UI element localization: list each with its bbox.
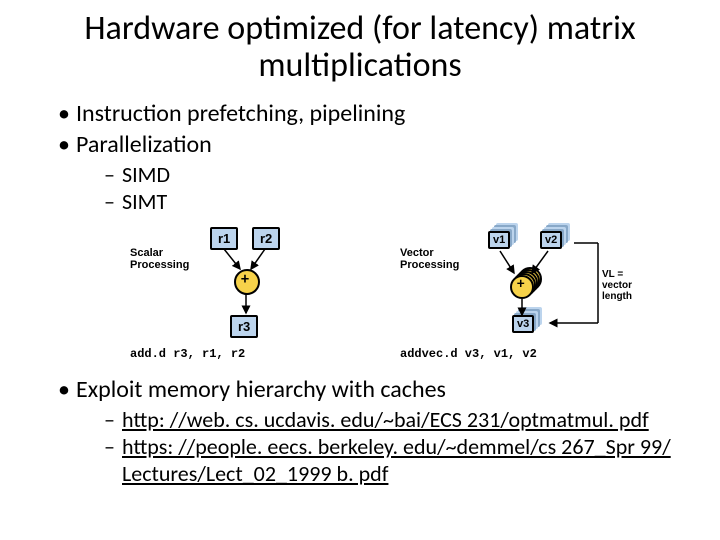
scalar-instruction: add.d r3, r1, r2 <box>130 347 245 361</box>
slide: Hardware optimized (for latency) matrix … <box>0 0 720 540</box>
scalar-figure: Scalar Processing r1 r2 r3 add.d r3, r1,… <box>130 223 350 363</box>
bullet-memory-hierarchy: Exploit memory hierarchy with caches htt… <box>58 375 690 487</box>
vector-figure: Vector Processing v1 v2 v3 VL = vector l… <box>400 223 680 363</box>
sub-bullet-text: SIMD <box>122 161 170 188</box>
bullet-text: Parallelization <box>76 130 212 159</box>
vector-register-v3: v3 <box>512 315 534 333</box>
link-text[interactable]: https: //people. eecs. berkeley. edu/~de… <box>122 433 671 487</box>
register-r3: r3 <box>230 315 258 338</box>
register-r2: r2 <box>252 227 280 250</box>
scalar-label: Scalar Processing <box>130 247 190 271</box>
plus-icon <box>234 269 260 295</box>
vl-note: VL = vector length <box>602 269 650 302</box>
sub-bullet-link-ucdavis: http: //web. cs. ucdavis. edu/~bai/ECS 2… <box>104 406 690 433</box>
bullet-list: Instruction prefetching, pipelining Para… <box>30 99 690 215</box>
plus-stack-icon <box>510 267 544 297</box>
bullet-list-2: Exploit memory hierarchy with caches htt… <box>30 375 690 487</box>
vector-register-v2: v2 <box>540 231 562 249</box>
sub-bullet-text: SIMT <box>122 188 167 215</box>
sub-bullet-list: SIMD SIMT <box>76 161 690 215</box>
sub-bullet-links: http: //web. cs. ucdavis. edu/~bai/ECS 2… <box>76 406 690 487</box>
slide-title: Hardware optimized (for latency) matrix … <box>30 10 690 85</box>
vector-instruction: addvec.d v3, v1, v2 <box>400 347 537 361</box>
bullet-prefetching: Instruction prefetching, pipelining <box>58 99 690 128</box>
bullet-text: Instruction prefetching, pipelining <box>76 99 405 128</box>
sub-bullet-simd: SIMD <box>104 161 690 188</box>
bullet-text: Exploit memory hierarchy with caches <box>76 375 446 404</box>
bullet-parallelization: Parallelization SIMD SIMT <box>58 130 690 215</box>
sub-bullet-simt: SIMT <box>104 188 690 215</box>
vector-label: Vector Processing <box>400 247 460 271</box>
register-r1: r1 <box>210 227 238 250</box>
link-text[interactable]: http: //web. cs. ucdavis. edu/~bai/ECS 2… <box>122 406 649 433</box>
vector-register-v1: v1 <box>488 231 510 249</box>
figure-row: Scalar Processing r1 r2 r3 add.d r3, r1,… <box>130 223 690 363</box>
sub-bullet-link-berkeley: https: //people. eecs. berkeley. edu/~de… <box>104 433 690 487</box>
